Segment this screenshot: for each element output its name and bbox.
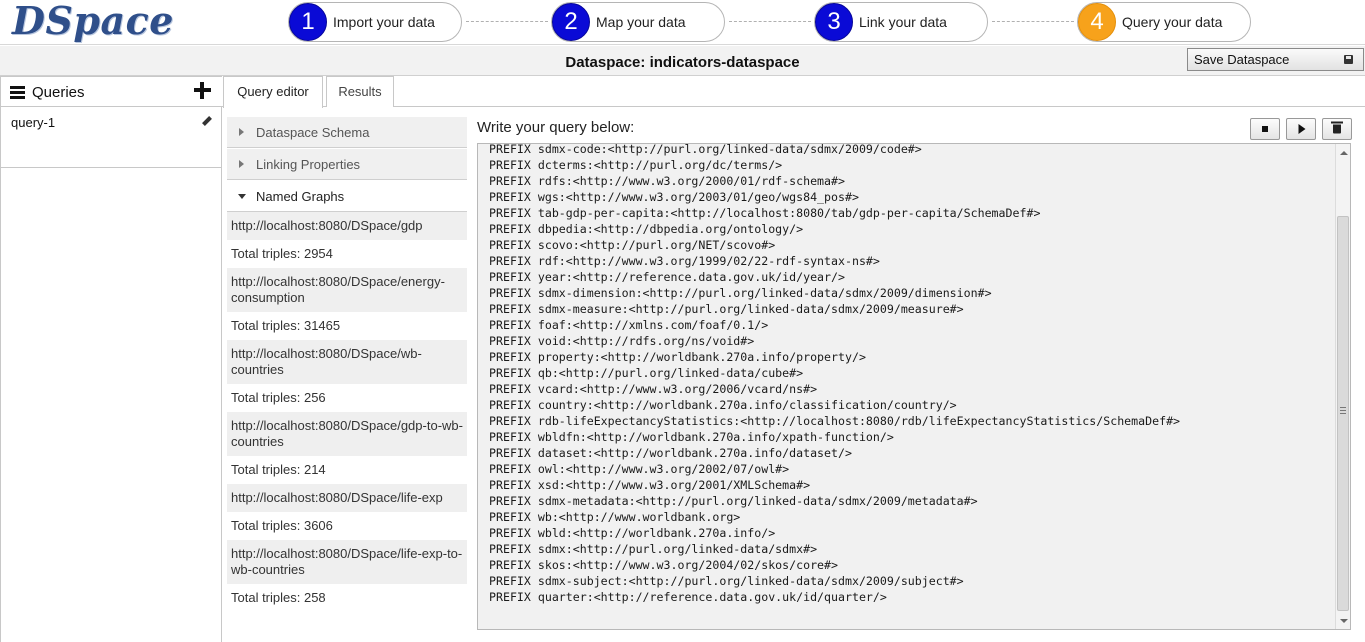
graph-triples: Total triples: 258	[227, 584, 467, 612]
query-line: PREFIX skos:<http://www.w3.org/2004/02/s…	[489, 558, 839, 572]
graph-uri[interactable]: http://localhost:8080/DSpace/gdp-to-wb-c…	[227, 412, 467, 456]
play-icon	[1298, 124, 1306, 134]
named-graphs-list: http://localhost:8080/DSpace/gdp Total t…	[227, 212, 467, 612]
step-query[interactable]: 4 Query your data	[1077, 2, 1251, 42]
accordion-named-graphs[interactable]: Named Graphs	[227, 181, 467, 212]
query-line: PREFIX owl:<http://www.w3.org/2002/07/ow…	[489, 462, 790, 476]
accordion-dataspace-schema[interactable]: Dataspace Schema	[227, 117, 467, 148]
query-line: PREFIX sdmx:<http://purl.org/linked-data…	[489, 542, 818, 556]
accordion-label: Linking Properties	[256, 157, 361, 172]
queries-header: Queries	[1, 76, 222, 107]
step-link[interactable]: 3 Link your data	[814, 2, 988, 42]
caret-right-icon	[239, 160, 244, 168]
query-line: PREFIX sdmx-subject:<http://purl.org/lin…	[489, 574, 964, 588]
graph-triples: Total triples: 2954	[227, 240, 467, 268]
query-line: PREFIX dcterms:<http://purl.org/dc/terms…	[489, 158, 783, 172]
graph-triples: Total triples: 3606	[227, 512, 467, 540]
graph-triples: Total triples: 256	[227, 384, 467, 412]
editor-tabs: Query editor Results	[222, 76, 1365, 108]
query-line: PREFIX vcard:<http://www.w3.org/2006/vca…	[489, 382, 818, 396]
caret-down-icon	[238, 194, 246, 199]
query-line: PREFIX year:<http://reference.data.gov.u…	[489, 270, 845, 284]
scroll-up-icon[interactable]	[1340, 151, 1348, 155]
query-line: PREFIX property:<http://worldbank.270a.i…	[489, 350, 866, 364]
query-editor[interactable]: PREFIX sdmx-code:<http://purl.org/linked…	[477, 143, 1351, 630]
query-line: PREFIX rdf:<http://www.w3.org/1999/02/22…	[489, 254, 880, 268]
query-line: PREFIX tab-gdp-per-capita:<http://localh…	[489, 206, 1041, 220]
editor-scrollbar[interactable]	[1335, 144, 1350, 629]
save-dataspace-label: Save Dataspace	[1194, 52, 1290, 67]
query-text[interactable]: PREFIX sdmx-code:<http://purl.org/linked…	[489, 143, 1181, 605]
step-label: Import your data	[333, 14, 435, 30]
query-line: PREFIX rdfs:<http://www.w3.org/2000/01/r…	[489, 174, 845, 188]
query-list-item[interactable]: query-1	[1, 108, 222, 168]
queries-sidebar: Queries query-1	[0, 76, 222, 642]
query-label: Write your query below:	[477, 119, 635, 136]
scroll-thumb[interactable]	[1337, 216, 1349, 611]
trash-icon	[1331, 121, 1343, 134]
query-line: PREFIX country:<http://worldbank.270a.in…	[489, 398, 957, 412]
floppy-icon	[1344, 55, 1353, 64]
grip-icon	[1340, 407, 1346, 414]
step-label: Link your data	[859, 14, 947, 30]
scroll-down-icon[interactable]	[1340, 619, 1348, 623]
step-connector	[466, 21, 548, 22]
query-line: PREFIX void:<http://rdfs.org/ns/void#>	[489, 334, 755, 348]
dataspace-title: Dataspace: indicators-dataspace	[565, 54, 800, 71]
run-query-button[interactable]	[1286, 118, 1316, 140]
tab-results[interactable]: Results	[326, 76, 394, 107]
accordion-label: Named Graphs	[256, 189, 345, 204]
graph-triples: Total triples: 214	[227, 456, 467, 484]
graph-uri[interactable]: http://localhost:8080/DSpace/gdp	[227, 212, 467, 240]
query-line: PREFIX qb:<http://purl.org/linked-data/c…	[489, 366, 804, 380]
step-label: Query your data	[1122, 14, 1223, 30]
pencil-icon[interactable]	[202, 116, 212, 126]
tab-query-editor[interactable]: Query editor	[223, 76, 323, 108]
top-bar: DSpace 1 Import your data 2 Map your dat…	[0, 0, 1365, 45]
step-map[interactable]: 2 Map your data	[551, 2, 725, 42]
query-line: PREFIX sdmx-code:<http://purl.org/linked…	[489, 143, 922, 156]
graph-uri[interactable]: http://localhost:8080/DSpace/life-exp-to…	[227, 540, 467, 584]
stop-button[interactable]	[1250, 118, 1280, 140]
accordion-linking-properties[interactable]: Linking Properties	[227, 149, 467, 180]
query-line: PREFIX wb:<http://www.worldbank.org>	[489, 510, 741, 524]
query-line: PREFIX rdb-lifeExpectancyStatistics:<htt…	[489, 414, 1181, 428]
graph-triples: Total triples: 31465	[227, 312, 467, 340]
step-number: 1	[289, 3, 327, 41]
hamburger-icon[interactable]	[10, 86, 25, 99]
query-name: query-1	[11, 115, 56, 130]
query-line: PREFIX sdmx-metadata:<http://purl.org/li…	[489, 494, 978, 508]
graph-uri[interactable]: http://localhost:8080/DSpace/wb-countrie…	[227, 340, 467, 384]
queries-title: Queries	[32, 84, 85, 101]
step-connector	[729, 21, 811, 22]
query-line: PREFIX wbld:<http://worldbank.270a.info/…	[489, 526, 776, 540]
step-label: Map your data	[596, 14, 686, 30]
query-line: PREFIX sdmx-dimension:<http://purl.org/l…	[489, 286, 992, 300]
query-line: PREFIX xsd:<http://www.w3.org/2001/XMLSc…	[489, 478, 811, 492]
step-import[interactable]: 1 Import your data	[288, 2, 462, 42]
step-number: 3	[815, 3, 853, 41]
step-number: 2	[552, 3, 590, 41]
query-line: PREFIX foaf:<http://xmlns.com/foaf/0.1/>	[489, 318, 769, 332]
plus-icon[interactable]	[194, 82, 211, 99]
query-line: PREFIX scovo:<http://purl.org/NET/scovo#…	[489, 238, 776, 252]
accordion-label: Dataspace Schema	[256, 125, 370, 140]
step-connector	[992, 21, 1074, 22]
query-line: PREFIX sdmx-measure:<http://purl.org/lin…	[489, 302, 964, 316]
clear-query-button[interactable]	[1322, 118, 1352, 140]
query-line: PREFIX wgs:<http://www.w3.org/2003/01/ge…	[489, 190, 859, 204]
query-line: PREFIX quarter:<http://reference.data.go…	[489, 590, 887, 604]
stop-icon	[1262, 126, 1268, 132]
step-number: 4	[1078, 3, 1116, 41]
query-line: PREFIX dbpedia:<http://dbpedia.org/ontol…	[489, 222, 804, 236]
dataspace-bar: Dataspace: indicators-dataspace	[0, 46, 1365, 76]
query-line: PREFIX wbldfn:<http://worldbank.270a.inf…	[489, 430, 894, 444]
app-logo[interactable]: DSpace	[12, 0, 174, 43]
caret-right-icon	[239, 128, 244, 136]
save-dataspace-button[interactable]: Save Dataspace	[1187, 48, 1364, 71]
graph-uri[interactable]: http://localhost:8080/DSpace/life-exp	[227, 484, 467, 512]
query-line: PREFIX dataset:<http://worldbank.270a.in…	[489, 446, 852, 460]
graph-uri[interactable]: http://localhost:8080/DSpace/energy-cons…	[227, 268, 467, 312]
